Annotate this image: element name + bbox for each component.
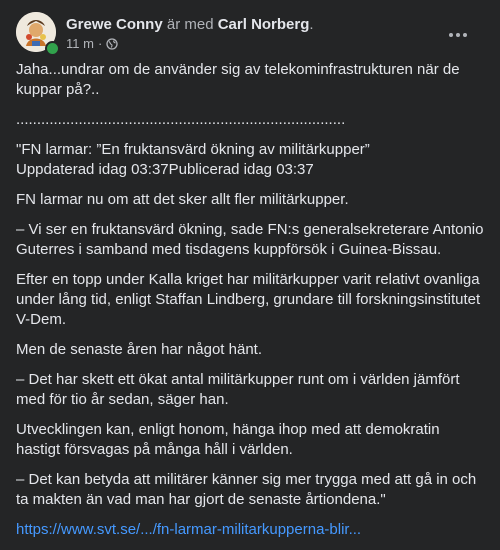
- post-paragraph: – Det kan betyda att militärer känner si…: [16, 471, 477, 508]
- post-paragraph: Men de senaste åren har något hänt.: [16, 341, 263, 358]
- author-line: Grewe Conny är med Carl Norberg.: [66, 16, 314, 33]
- post-paragraph: Efter en topp under Kalla kriget har mil…: [16, 271, 481, 328]
- post-meta: 11 m ·: [66, 36, 118, 51]
- facebook-post: Grewe Conny är med Carl Norberg. 11 m ·: [0, 0, 500, 538]
- tagged-name[interactable]: Carl Norberg: [218, 16, 310, 33]
- globe-icon[interactable]: [106, 37, 118, 50]
- period: .: [309, 16, 314, 33]
- author-name[interactable]: Grewe Conny: [66, 16, 163, 33]
- meta-separator: ·: [97, 36, 103, 51]
- post-header: Grewe Conny är med Carl Norberg. 11 m ·: [16, 12, 488, 56]
- post-paragraph: – Vi ser en fruktansvärd ökning, sade FN…: [16, 221, 484, 258]
- dotted-divider: ........................................…: [16, 111, 346, 128]
- post-paragraph: Utvecklingen kan, enligt honom, hänga ih…: [16, 421, 440, 458]
- post-time[interactable]: 11 m: [66, 36, 94, 51]
- article-link[interactable]: https://www.svt.se/.../fn-larmar-militar…: [16, 521, 361, 538]
- quoted-headline: "FN larmar: ”En fruktansvärd ökning av m…: [16, 141, 370, 178]
- post-paragraph: FN larmar nu om att det sker allt fler m…: [16, 191, 349, 208]
- with-text: är med: [166, 16, 214, 33]
- post-paragraph: Jaha...undrar om de använder sig av tele…: [16, 61, 460, 98]
- online-status-dot: [45, 41, 60, 56]
- link-paragraph: https://www.svt.se/.../fn-larmar-militar…: [16, 520, 486, 540]
- more-horizontal-icon: [448, 25, 468, 43]
- post-paragraph: – Det har skett ett ökat antal militärku…: [16, 371, 460, 408]
- more-options-button[interactable]: [440, 16, 476, 52]
- post-body: Jaha...undrar om de använder sig av tele…: [16, 60, 486, 550]
